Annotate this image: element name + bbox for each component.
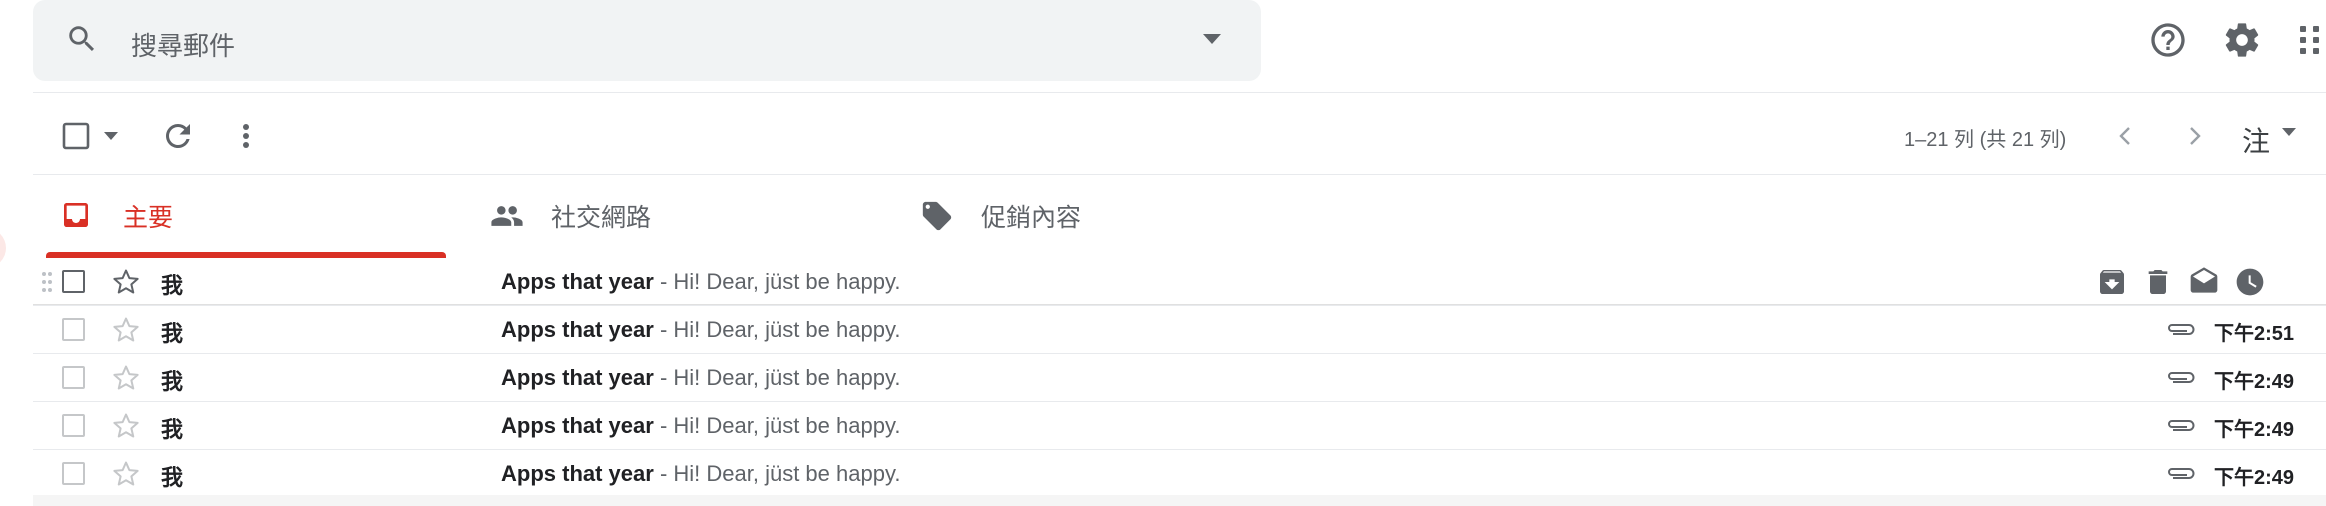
refresh-icon	[160, 118, 196, 154]
apps-button[interactable]	[2296, 20, 2326, 60]
tab-social[interactable]: 社交網路	[490, 176, 870, 258]
chevron-right-icon	[2180, 120, 2208, 152]
mark-read-icon[interactable]	[2188, 266, 2220, 298]
chevron-left-icon	[2112, 120, 2140, 152]
email-separator: -	[653, 461, 674, 486]
email-sender: 我	[161, 321, 184, 346]
email-sender: 我	[161, 465, 184, 490]
email-subject-line: Apps that year - Hi! Dear, jüst be happy…	[501, 413, 900, 439]
pagination-label: 1–21 列 (共 21 列)	[1904, 129, 2067, 151]
toolbar-divider	[33, 174, 2326, 175]
more-vert-icon	[232, 118, 260, 154]
email-checkbox[interactable]	[62, 318, 85, 341]
email-row[interactable]: 我 Apps that year - Hi! Dear, jüst be hap…	[33, 258, 2326, 306]
email-checkbox[interactable]	[62, 366, 85, 389]
email-time: 下午2:49	[2213, 371, 2294, 393]
email-row[interactable]: 我 Apps that year - Hi! Dear, jüst be hap…	[33, 450, 2326, 498]
older-button[interactable]	[2180, 120, 2208, 152]
star-icon[interactable]	[111, 267, 141, 297]
email-subject: Apps that year	[501, 269, 654, 294]
input-tools-button[interactable]: 注	[2242, 120, 2270, 160]
star-icon[interactable]	[111, 363, 141, 393]
email-subject-line: Apps that year - Hi! Dear, jüst be happy…	[501, 317, 900, 343]
star-icon[interactable]	[111, 315, 141, 345]
more-options-button[interactable]	[232, 118, 260, 154]
email-checkbox[interactable]	[62, 270, 85, 293]
newer-button[interactable]	[2112, 120, 2140, 152]
tab-primary[interactable]: 主要	[46, 176, 446, 258]
email-separator: -	[653, 317, 674, 342]
email-sender: 我	[161, 369, 184, 394]
email-snippet: Hi! Dear, jüst be happy.	[673, 461, 901, 486]
email-separator: -	[653, 269, 674, 294]
tab-primary-label: 主要	[123, 204, 174, 232]
tab-social-label: 社交網路	[551, 204, 652, 232]
archive-icon[interactable]	[2096, 266, 2128, 298]
email-separator: -	[653, 365, 674, 390]
search-options-dropdown-icon[interactable]	[1203, 34, 1221, 44]
search-input[interactable]: 搜尋郵件	[131, 26, 235, 63]
attachment-icon	[2164, 415, 2196, 435]
email-sender: 我	[161, 417, 184, 442]
search-icon[interactable]	[65, 22, 99, 56]
email-row[interactable]: 我 Apps that year - Hi! Dear, jüst be hap…	[33, 354, 2326, 402]
input-tools-dropdown-icon[interactable]	[2282, 128, 2296, 136]
trash-icon[interactable]	[2142, 266, 2174, 298]
attachment-icon	[2164, 367, 2196, 387]
tab-promotions[interactable]: 促銷內容	[920, 176, 1300, 258]
email-subject-line: Apps that year - Hi! Dear, jüst be happy…	[501, 269, 900, 295]
drag-handle-icon[interactable]	[41, 271, 53, 293]
row-hover-actions	[2096, 266, 2316, 300]
attachment-icon	[2164, 319, 2196, 339]
email-time: 下午2:51	[2213, 323, 2294, 345]
help-button[interactable]	[2148, 20, 2188, 60]
email-row[interactable]: 我 Apps that year - Hi! Dear, jüst be hap…	[33, 306, 2326, 354]
email-subject: Apps that year	[501, 461, 654, 486]
email-subject-line: Apps that year - Hi! Dear, jüst be happy…	[501, 365, 900, 391]
settings-button[interactable]	[2222, 20, 2262, 60]
side-panel-toggle[interactable]	[0, 228, 6, 268]
email-subject: Apps that year	[501, 365, 654, 390]
settings-gear-icon	[2222, 20, 2262, 60]
email-separator: -	[653, 413, 674, 438]
tag-icon	[920, 199, 954, 233]
refresh-button[interactable]	[160, 118, 196, 154]
inbox-icon	[60, 199, 92, 231]
email-sender: 我	[161, 273, 184, 298]
email-subject: Apps that year	[501, 317, 654, 342]
email-snippet: Hi! Dear, jüst be happy.	[673, 317, 901, 342]
list-bottom-edge	[33, 495, 2326, 506]
header-divider	[33, 92, 2326, 93]
email-time: 下午2:49	[2213, 419, 2294, 441]
email-time: 下午2:49	[2213, 467, 2294, 489]
email-subject-line: Apps that year - Hi! Dear, jüst be happy…	[501, 461, 900, 487]
email-subject: Apps that year	[501, 413, 654, 438]
email-row[interactable]: 我 Apps that year - Hi! Dear, jüst be hap…	[33, 402, 2326, 450]
apps-grid-icon	[2296, 20, 2326, 60]
help-icon	[2148, 20, 2188, 60]
tab-promotions-label: 促銷內容	[981, 204, 1082, 232]
email-snippet: Hi! Dear, jüst be happy.	[673, 365, 901, 390]
snooze-icon[interactable]	[2234, 266, 2266, 298]
select-all-checkbox[interactable]	[62, 122, 90, 150]
email-list: 我 Apps that year - Hi! Dear, jüst be hap…	[33, 258, 2326, 498]
attachment-icon	[2164, 463, 2196, 483]
email-checkbox[interactable]	[62, 414, 85, 437]
email-snippet: Hi! Dear, jüst be happy.	[673, 413, 901, 438]
star-icon[interactable]	[111, 411, 141, 441]
select-dropdown-icon[interactable]	[104, 132, 118, 140]
search-bar[interactable]: 搜尋郵件	[33, 0, 1261, 81]
email-checkbox[interactable]	[62, 462, 85, 485]
email-snippet: Hi! Dear, jüst be happy.	[673, 269, 901, 294]
star-icon[interactable]	[111, 459, 141, 489]
people-icon	[490, 199, 524, 233]
